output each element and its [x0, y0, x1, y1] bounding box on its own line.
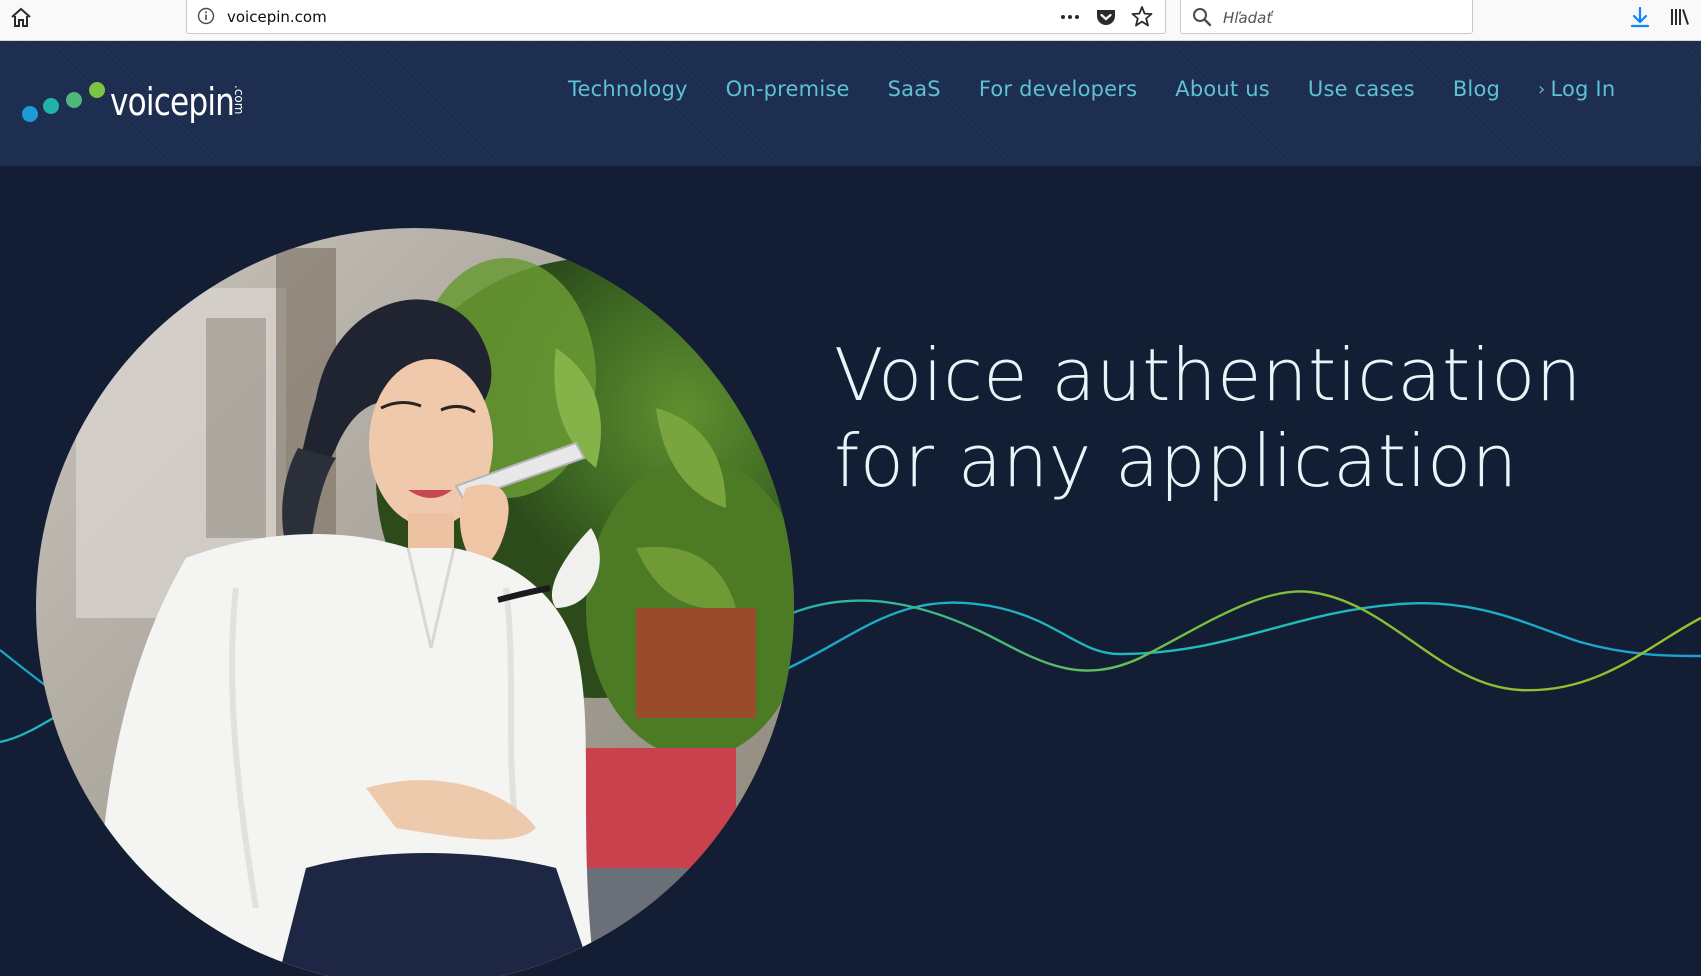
search-icon — [1191, 6, 1213, 28]
bookmark-star-icon[interactable] — [1129, 4, 1155, 30]
download-icon[interactable] — [1628, 5, 1652, 29]
hero-section: Voice authentication for any application — [0, 166, 1701, 976]
library-icon[interactable] — [1668, 5, 1692, 29]
site-header: voicepin .com Technology On-premise SaaS… — [0, 41, 1701, 166]
voicepin-logo[interactable]: voicepin .com — [20, 77, 261, 127]
url-bar[interactable]: voicepin.com — [186, 0, 1166, 34]
logo-text: voicepin — [110, 80, 235, 124]
hero-headline-line-1: Voice authentication — [834, 333, 1582, 417]
main-nav: Technology On-premise SaaS For developer… — [568, 79, 1615, 100]
nav-use-cases[interactable]: Use cases — [1308, 79, 1415, 100]
info-icon[interactable] — [197, 7, 215, 25]
nav-for-developers[interactable]: For developers — [979, 79, 1137, 100]
chevron-right-icon: › — [1538, 78, 1546, 100]
home-icon[interactable] — [8, 5, 34, 31]
hero-photo — [36, 228, 794, 976]
nav-saas[interactable]: SaaS — [888, 79, 941, 100]
browser-search-box[interactable] — [1180, 0, 1473, 34]
logo-suffix: .com — [232, 85, 246, 115]
login-label: Log In — [1550, 77, 1616, 101]
more-icon[interactable] — [1057, 4, 1083, 30]
nav-about-us[interactable]: About us — [1175, 79, 1270, 100]
hero-headline: Voice authentication for any application — [834, 332, 1664, 504]
nav-on-premise[interactable]: On-premise — [726, 79, 850, 100]
browser-toolbar: voicepin.com — [0, 0, 1701, 41]
search-input[interactable] — [1221, 6, 1465, 30]
hero-headline-line-2: for any application — [834, 419, 1518, 503]
nav-technology[interactable]: Technology — [568, 79, 688, 100]
pocket-icon[interactable] — [1093, 4, 1119, 30]
login-link[interactable]: › Log In — [1538, 79, 1615, 100]
nav-blog[interactable]: Blog — [1453, 79, 1500, 100]
url-text[interactable]: voicepin.com — [227, 8, 327, 26]
logo-dots-icon — [20, 78, 108, 126]
